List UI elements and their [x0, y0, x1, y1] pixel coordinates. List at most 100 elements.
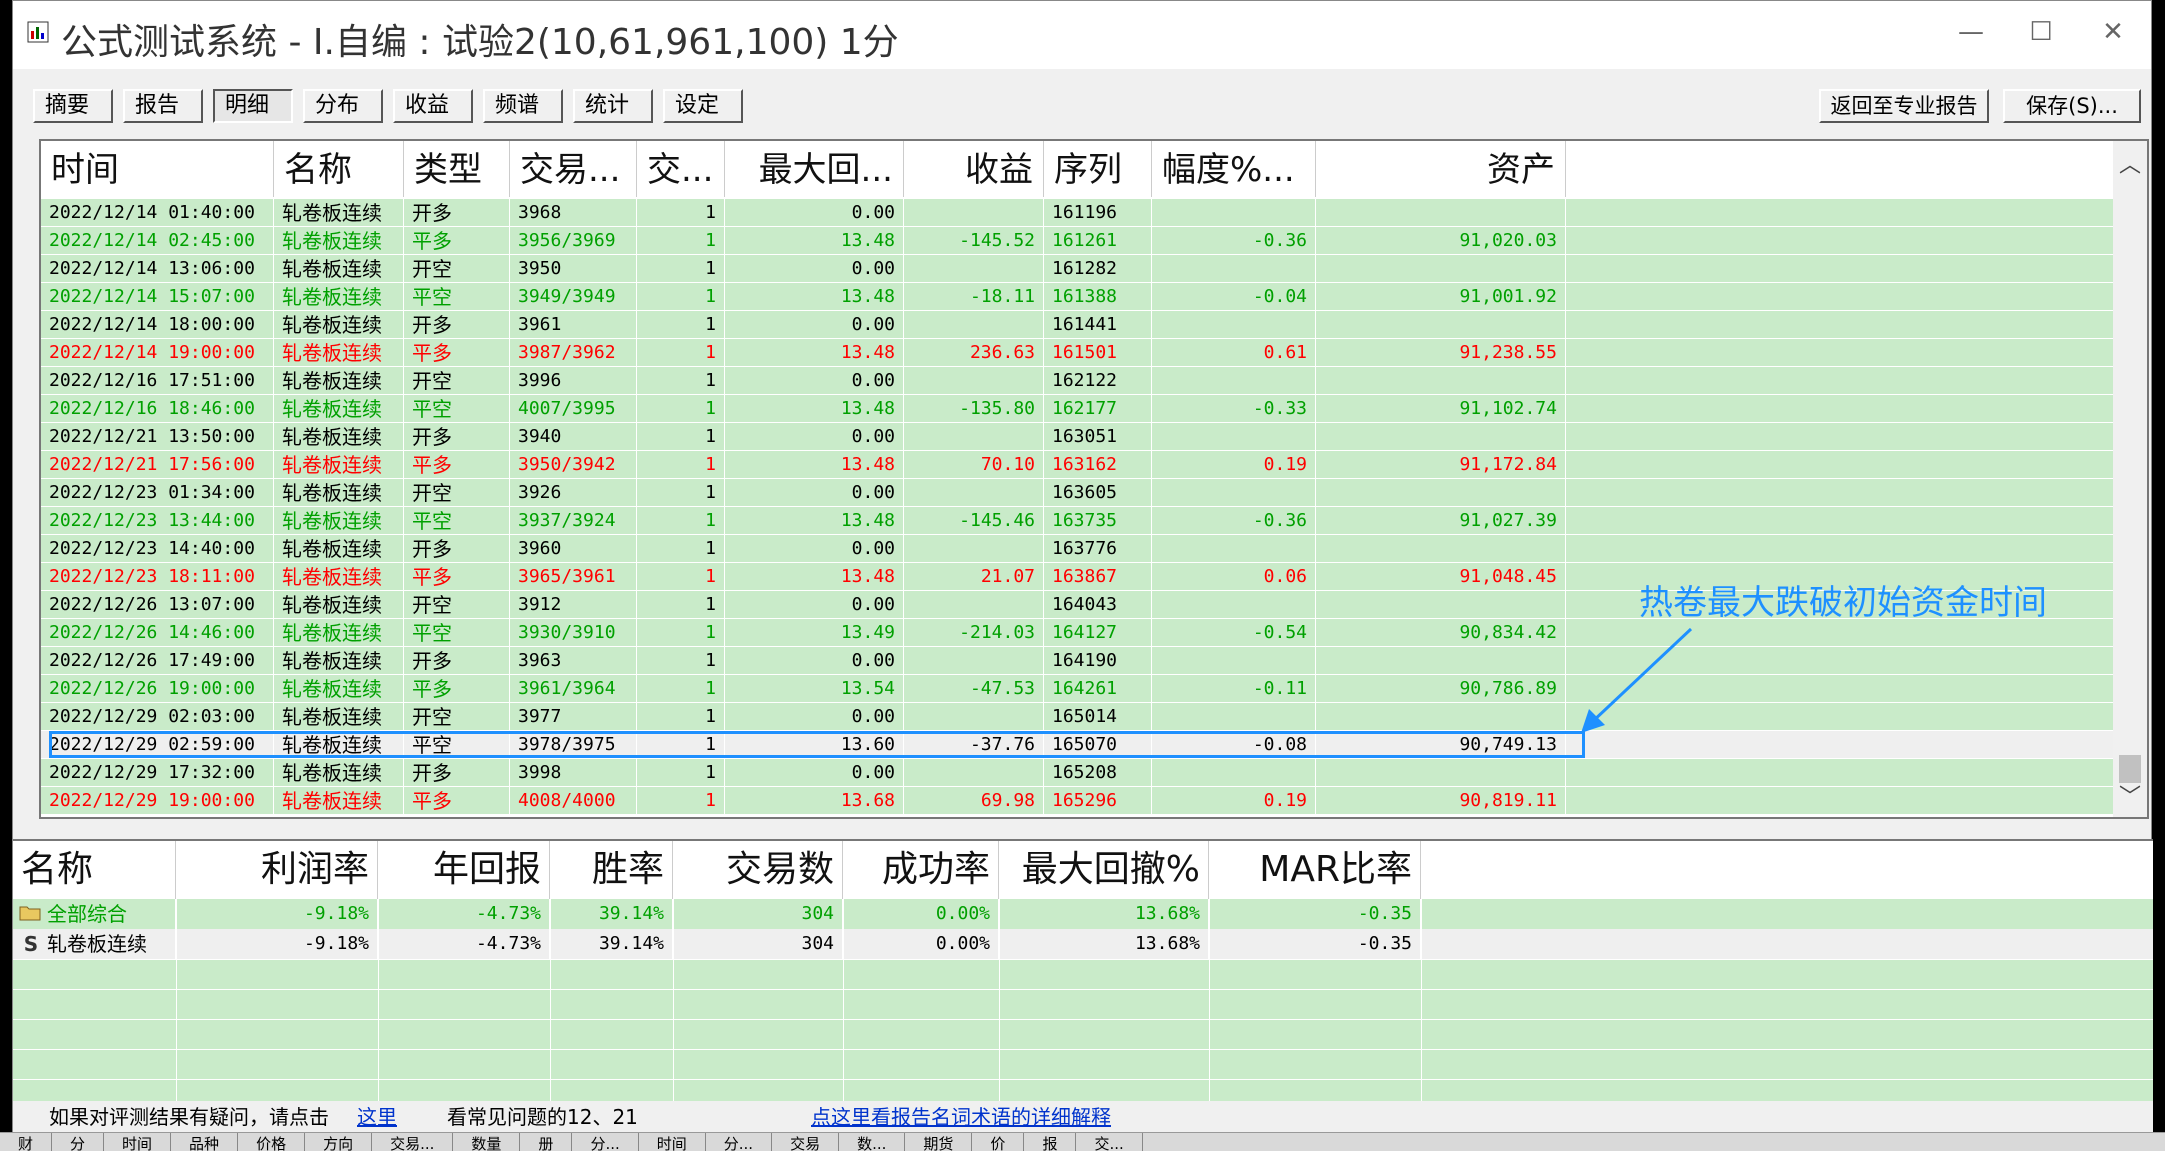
col-header-asset[interactable]: 资产 — [1316, 141, 1566, 197]
table-row[interactable]: 2022/12/14 02:45:00 轧卷板连续 平多 3956/3969 1 13.4… — [41, 227, 2115, 255]
minimize-button[interactable]: — — [1941, 11, 2001, 53]
cell-range-pct — [1152, 199, 1316, 227]
table-row[interactable]: 2022/12/29 17:32:00 轧卷板连续 开多 3998 1 0.00 16520… — [41, 759, 2115, 787]
save-button[interactable]: 保存(S)... — [2003, 89, 2141, 123]
col-header-time[interactable]: 时间 — [41, 141, 274, 197]
background-strip-label: 交... — [1076, 1133, 1143, 1151]
tab-settings[interactable]: 设定 — [663, 89, 743, 123]
scroll-up-icon[interactable]: ︿ — [2119, 147, 2141, 179]
summary-row[interactable]: S 轧卷板连续 -9.18% -4.73% 39.14% 304 0.00% 13.68% -0… — [13, 929, 2153, 959]
tab-summary[interactable]: 摘要 — [33, 89, 113, 123]
background-strip-label: 价 — [972, 1133, 1025, 1151]
tab-report[interactable]: 报告 — [123, 89, 203, 123]
table-row[interactable]: 2022/12/26 17:49:00 轧卷板连续 开多 3963 1 0.00 16419… — [41, 647, 2115, 675]
tab-statistics[interactable]: 统计 — [573, 89, 653, 123]
cell-type: 平空 — [404, 283, 510, 311]
col-header-name[interactable]: 名称 — [274, 141, 404, 197]
here-link[interactable]: 这里 — [357, 1101, 397, 1133]
sum-col-profit-rate[interactable]: 利润率 — [176, 841, 378, 899]
table-row[interactable]: 2022/12/16 18:46:00 轧卷板连续 平空 4007/3995 1 13.4… — [41, 395, 2115, 423]
col-header-range-pct[interactable]: 幅度%... — [1152, 141, 1316, 197]
sum-col-name[interactable]: 名称 — [13, 841, 176, 899]
cell-sequence: 164261 — [1044, 675, 1152, 703]
sum-col-win-rate[interactable]: 胜率 — [550, 841, 673, 899]
summary-row[interactable]: 全部综合 -9.18% -4.73% 39.14% 304 0.00% 13.68% -0.3… — [13, 899, 2153, 929]
scroll-down-icon[interactable]: ﹀ — [2119, 779, 2141, 811]
sum-cell-annual-return: -4.73% — [378, 899, 550, 929]
table-row[interactable]: 2022/12/21 17:56:00 轧卷板连续 平多 3950/3942 1 13.4… — [41, 451, 2115, 479]
back-to-pro-report-button[interactable]: 返回至专业报告 — [1819, 89, 1989, 123]
cell-profit — [904, 199, 1044, 227]
table-row[interactable]: 2022/12/16 17:51:00 轧卷板连续 开空 3996 1 0.00 16212… — [41, 367, 2115, 395]
table-row[interactable]: 2022/12/23 13:44:00 轧卷板连续 平空 3937/3924 1 13.4… — [41, 507, 2115, 535]
table-row-selected[interactable]: 2022/12/29 02:59:00 轧卷板连续 平空 3978/3975 1 13.6… — [41, 731, 2115, 759]
table-row[interactable]: 2022/12/29 02:03:00 轧卷板连续 开空 3977 1 0.00 16501… — [41, 703, 2115, 731]
cell-range-pct: -0.36 — [1152, 507, 1316, 535]
cell-asset: 91,172.84 — [1316, 451, 1566, 479]
cell-max-drawdown: 13.54 — [725, 675, 904, 703]
cell-name: 轧卷板连续 — [274, 703, 404, 731]
sum-col-annual-return[interactable]: 年回报 — [378, 841, 550, 899]
cell-name: 轧卷板连续 — [274, 479, 404, 507]
table-row[interactable]: 2022/12/14 01:40:00 轧卷板连续 开多 3968 1 0.00 16119… — [41, 199, 2115, 227]
table-row[interactable]: 2022/12/14 19:00:00 轧卷板连续 平多 3987/3962 1 13.4… — [41, 339, 2115, 367]
col-header-profit[interactable]: 收益 — [904, 141, 1044, 197]
table-row[interactable]: 2022/12/21 13:50:00 轧卷板连续 开多 3940 1 0.00 16305… — [41, 423, 2115, 451]
cell-time: 2022/12/29 19:00:00 — [41, 787, 274, 815]
close-button[interactable]: ✕ — [2083, 11, 2143, 53]
cell-profit — [904, 367, 1044, 395]
sum-col-mar-ratio[interactable]: MAR比率 — [1209, 841, 1421, 899]
table-row[interactable]: 2022/12/14 13:06:00 轧卷板连续 开空 3950 1 0.00 16128… — [41, 255, 2115, 283]
tab-distribution[interactable]: 分布 — [303, 89, 383, 123]
tab-detail[interactable]: 明细 — [213, 89, 293, 123]
cell-time: 2022/12/21 17:56:00 — [41, 451, 274, 479]
annotation-arrow-icon — [1581, 627, 1693, 733]
table-row[interactable]: 2022/12/26 19:00:00 轧卷板连续 平多 3961/3964 1 13.5… — [41, 675, 2115, 703]
table-row[interactable]: 2022/12/23 14:40:00 轧卷板连续 开多 3960 1 0.00 16377… — [41, 535, 2115, 563]
sum-col-trades[interactable]: 交易数 — [673, 841, 843, 899]
grid-column-line — [843, 899, 844, 1103]
sum-row-name: 轧卷板连续 — [47, 932, 147, 956]
cell-name: 轧卷板连续 — [274, 395, 404, 423]
cell-asset: 91,001.92 — [1316, 283, 1566, 311]
col-header-sequence[interactable]: 序列 — [1044, 141, 1152, 197]
sum-row-name: 全部综合 — [47, 902, 127, 926]
table-row[interactable]: 2022/12/29 19:00:00 轧卷板连续 平多 4008/4000 1 13.6… — [41, 787, 2115, 815]
background-strip-label: 时间 — [639, 1133, 706, 1151]
vertical-scrollbar[interactable]: ︿ ﹀ — [2113, 141, 2147, 817]
table-row[interactable]: 2022/12/14 15:07:00 轧卷板连续 平空 3949/3949 1 13.4… — [41, 283, 2115, 311]
cell-name: 轧卷板连续 — [274, 563, 404, 591]
cell-range-pct: -0.04 — [1152, 283, 1316, 311]
glossary-link[interactable]: 点这里看报告名词术语的详细解释 — [811, 1101, 1111, 1133]
cell-filler — [1566, 199, 2115, 227]
table-header: 时间 名称 类型 交易... 交... 最大回... 收益 序列 幅度%... … — [41, 141, 2115, 199]
status-bar: 如果对评测结果有疑问，请点击 这里 看常见问题的12、21 点这里看报告名词术语… — [13, 1101, 2153, 1133]
col-header-qty[interactable]: 交... — [637, 141, 725, 197]
sum-col-success-rate[interactable]: 成功率 — [843, 841, 999, 899]
faq-text: 看常见问题的12、21 — [447, 1105, 638, 1129]
cell-price: 3956/3969 — [510, 227, 637, 255]
maximize-button[interactable]: ☐ — [2011, 11, 2071, 53]
cell-max-drawdown: 13.48 — [725, 283, 904, 311]
cell-max-drawdown: 13.48 — [725, 227, 904, 255]
table-row[interactable]: 2022/12/14 18:00:00 轧卷板连续 开多 3961 1 0.00 16144… — [41, 311, 2115, 339]
tab-profit[interactable]: 收益 — [393, 89, 473, 123]
cell-sequence: 163776 — [1044, 535, 1152, 563]
cell-asset — [1316, 311, 1566, 339]
col-header-max-drawdown[interactable]: 最大回... — [725, 141, 904, 197]
col-header-type[interactable]: 类型 — [404, 141, 510, 197]
col-header-trade-price[interactable]: 交易... — [510, 141, 637, 197]
table-row[interactable]: 2022/12/23 01:34:00 轧卷板连续 开空 3926 1 0.00 16360… — [41, 479, 2115, 507]
cell-profit — [904, 591, 1044, 619]
tab-spectrum[interactable]: 频谱 — [483, 89, 563, 123]
background-strip-label: 分 — [52, 1133, 105, 1151]
cell-qty: 1 — [637, 395, 725, 423]
cell-asset — [1316, 703, 1566, 731]
cell-name: 轧卷板连续 — [274, 423, 404, 451]
cell-range-pct: -0.36 — [1152, 227, 1316, 255]
cell-sequence: 165070 — [1044, 731, 1152, 759]
sum-col-max-drawdown[interactable]: 最大回撤% — [999, 841, 1209, 899]
cell-asset: 91,020.03 — [1316, 227, 1566, 255]
cell-qty: 1 — [637, 423, 725, 451]
cell-max-drawdown: 0.00 — [725, 647, 904, 675]
